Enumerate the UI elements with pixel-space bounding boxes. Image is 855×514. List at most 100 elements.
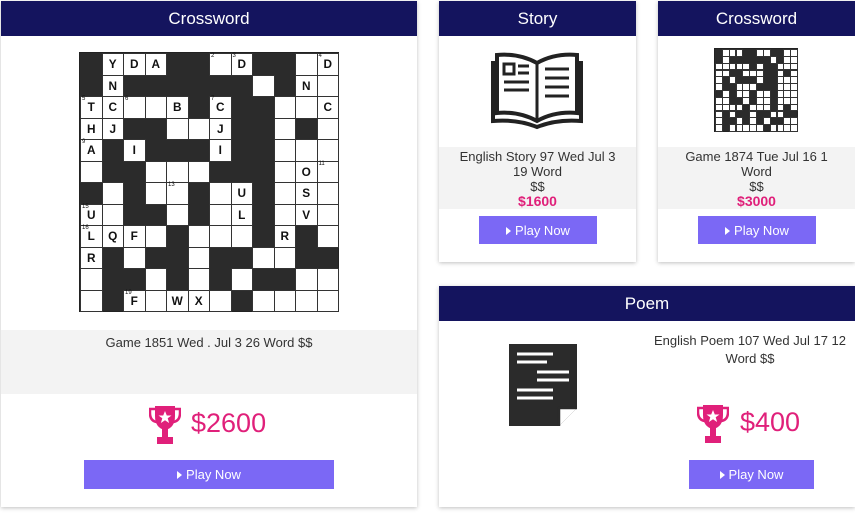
crossword-cell [295,139,318,162]
clue-number: 2 [211,53,215,59]
crossword-cell [230,268,253,291]
crossword-cell [80,268,103,291]
crossword-cell: U [230,182,253,205]
crossword-cell [144,160,167,183]
game-info-line2: Word [741,164,772,179]
play-now-button[interactable]: Play Now [689,460,814,489]
crossword-cell: I [209,139,232,162]
crossword-cell [735,103,744,112]
crossword-cell [756,124,764,132]
crossword-cell [316,268,339,291]
game-info-text: Game 1851 Wed . Jul 3 26 Word $$ [105,335,313,350]
crossword-cell [187,268,210,291]
crossword-card: Crossword Y D A 2 D 3 D 4 N N T 5 C 6 B C 7 C H J J A 9 I I O 11 13… [1,1,417,507]
crossword-cell: B [166,96,189,119]
crossword-cell: U 15 [80,203,103,226]
prize-row: $2600 [149,404,289,446]
crossword-cell [144,96,167,119]
crossword-cell [735,49,744,57]
story-card: Story English Story 97 Wed Jul 3 19 Word… [439,1,636,262]
crossword-cell: J [209,117,232,140]
crossword-cell: N [295,74,318,97]
crossword-cell: V [295,203,318,226]
crossword-cell [187,246,210,269]
crossword-cell [273,160,296,183]
crossword-cell: X [187,289,210,312]
crossword-cell [252,74,275,97]
crossword-cell [209,203,232,226]
crossword-cell [790,103,798,112]
crossword-cell [144,289,167,312]
game-info-line3: $$ [530,179,545,194]
crossword-grid-image: Y D A 2 D 3 D 4 N N T 5 C 6 B C 7 C H J J A 9 I I O 11 13 U S U 15 L V L 16… [79,52,339,312]
crossword-cell [316,139,339,162]
crossword-cell [166,160,189,183]
clue-number: 16 [82,225,89,231]
crossword-cell [80,160,103,183]
crossword-cell: O [295,160,318,183]
crossword-cell: D3 [230,53,253,76]
prize-amount: $2600 [191,408,267,438]
crossword-cell [273,96,296,119]
play-now-button[interactable]: Play Now [84,460,334,489]
play-icon [506,226,512,235]
clue-number: 9 [82,139,86,145]
play-now-button[interactable]: Play Now [479,216,597,244]
game-info-line2: Word $$ [725,351,775,366]
crossword-cell [187,117,210,140]
crossword-cell: D4 [316,53,339,76]
prize-row: $400 [697,403,827,445]
crossword-cell: C [316,96,339,119]
crossword-cell [316,74,339,97]
play-now-label: Play Now [734,222,789,238]
document-icon [509,344,577,426]
crossword-cell [209,225,232,248]
crossword-cell: R [273,225,296,248]
clue-number: 3 [232,53,236,59]
play-now-button[interactable]: Play Now [698,216,816,244]
crossword-cell: T5 [80,96,103,119]
clue-number: 4 [318,53,322,59]
crossword-cell [144,268,167,291]
crossword-cell [273,117,296,140]
crossword-cell: W [166,289,189,312]
crossword-cell [144,182,167,205]
crossword-cell: S [295,182,318,205]
crossword-cell [273,289,296,312]
clue-number: 13 [168,182,175,188]
crossword-cell: 6 [123,96,146,119]
crossword-cell [166,203,189,226]
play-icon [177,471,183,479]
open-book-icon [491,52,583,130]
crossword-cell [316,289,339,312]
game-info: Game 1851 Wed . Jul 3 26 Word $$ [1,330,417,394]
crossword-cell: J [101,117,124,140]
clue-number: 7 [211,96,215,102]
clue-number: 11 [318,160,325,167]
game-info-line1: Game 1874 Tue Jul 16 1 [685,149,828,164]
crossword-cell [252,246,275,269]
crossword-small-card: Crossword Game 1874 Tue Jul 16 1 Word $$… [658,1,855,262]
crossword-cell: N [101,74,124,97]
crossword-cell [209,289,232,312]
crossword-cell [273,203,296,226]
crossword-cell [144,225,167,248]
crossword-cell [295,96,318,119]
game-info: English Poem 107 Wed Jul 17 12 Word $$ [645,332,855,368]
prize-amount: $400 [740,407,801,437]
crossword-cell: I [123,139,146,162]
crossword-cell [790,124,798,132]
game-info-line1: English Story 97 Wed Jul 3 [459,149,616,164]
crossword-cell [252,289,275,312]
crossword-cell [316,225,339,248]
crossword-cell [316,182,339,205]
play-icon [725,226,731,235]
game-info-line1: English Poem 107 Wed Jul 17 12 [654,333,846,348]
crossword-cell: 13 [166,182,189,205]
card-title: Story [439,1,636,36]
crossword-cell [123,246,146,269]
crossword-cell: F [123,225,146,248]
crossword-cell [101,203,124,226]
crossword-cell [187,225,210,248]
play-now-label: Play Now [186,467,241,482]
